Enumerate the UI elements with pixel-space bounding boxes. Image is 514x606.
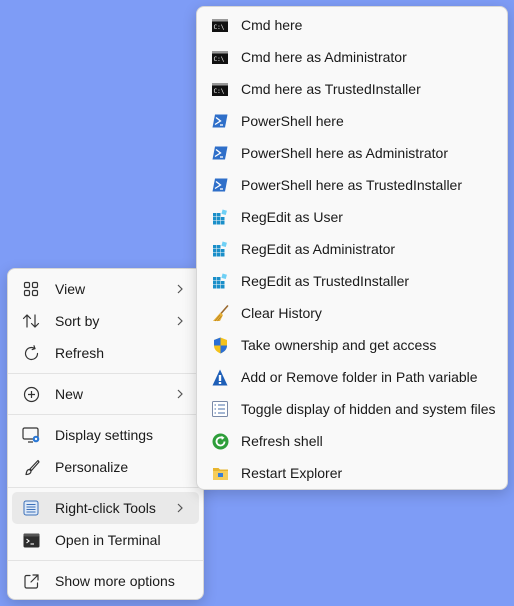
brush-icon <box>22 458 40 476</box>
explorer-icon <box>211 464 229 482</box>
submenu-item-label: Restart Explorer <box>241 465 343 481</box>
cmd-icon: C:\ <box>211 16 229 34</box>
submenu-item-label: PowerShell here as TrustedInstaller <box>241 177 462 193</box>
submenu-item-cmd-here[interactable]: C:\ Cmd here <box>201 9 503 41</box>
submenu-item-regedit-trustedinstaller[interactable]: RegEdit as TrustedInstaller <box>201 265 503 297</box>
menu-item-label: Open in Terminal <box>55 532 161 548</box>
menu-item-label: Personalize <box>55 459 129 475</box>
refresh-shell-icon <box>211 432 229 450</box>
regedit-icon <box>211 272 229 290</box>
refresh-icon <box>22 344 40 362</box>
submenu-item-take-ownership[interactable]: Take ownership and get access <box>201 329 503 361</box>
submenu-item-label: Add or Remove folder in Path variable <box>241 369 478 385</box>
submenu-item-label: Cmd here as Administrator <box>241 49 407 65</box>
menu-item-show-more-options[interactable]: Show more options <box>12 565 199 597</box>
submenu-item-regedit-admin[interactable]: RegEdit as Administrator <box>201 233 503 265</box>
separator <box>8 373 203 374</box>
cmd-icon: C:\ <box>211 48 229 66</box>
menu-item-label: Sort by <box>55 313 100 329</box>
menu-item-right-click-tools[interactable]: Right-click Tools <box>12 492 199 524</box>
submenu-item-path-variable[interactable]: Add or Remove folder in Path variable <box>201 361 503 393</box>
sort-arrows-icon <box>22 312 40 330</box>
separator <box>8 414 203 415</box>
powershell-icon <box>211 176 229 194</box>
display-icon <box>22 426 40 444</box>
submenu-item-restart-explorer[interactable]: Restart Explorer <box>201 457 503 489</box>
menu-item-open-in-terminal[interactable]: Open in Terminal <box>12 524 199 556</box>
path-triangle-icon <box>211 368 229 386</box>
submenu-item-refresh-shell[interactable]: Refresh shell <box>201 425 503 457</box>
chevron-right-icon <box>173 387 187 401</box>
submenu-item-regedit-user[interactable]: RegEdit as User <box>201 201 503 233</box>
chevron-right-icon <box>173 314 187 328</box>
share-box-icon <box>22 572 40 590</box>
desktop-context-menu: View Sort by Refresh New Display setting… <box>7 268 204 600</box>
submenu-item-label: Refresh shell <box>241 433 323 449</box>
powershell-icon <box>211 144 229 162</box>
separator <box>8 487 203 488</box>
chevron-right-icon <box>173 282 187 296</box>
submenu-item-label: Clear History <box>241 305 322 321</box>
submenu-item-label: RegEdit as TrustedInstaller <box>241 273 410 289</box>
submenu-item-cmd-trustedinstaller[interactable]: C:\ Cmd here as TrustedInstaller <box>201 73 503 105</box>
submenu-item-powershell-here[interactable]: PowerShell here <box>201 105 503 137</box>
menu-item-refresh[interactable]: Refresh <box>12 337 199 369</box>
menu-item-label: Refresh <box>55 345 105 361</box>
plus-circle-icon <box>22 385 40 403</box>
separator <box>8 560 203 561</box>
submenu-item-cmd-admin[interactable]: C:\ Cmd here as Administrator <box>201 41 503 73</box>
regedit-icon <box>211 240 229 258</box>
svg-text:C:\: C:\ <box>214 24 225 31</box>
broom-icon <box>211 304 229 322</box>
right-click-tools-submenu: C:\ Cmd here C:\ Cmd here as Administrat… <box>196 6 508 490</box>
chevron-right-icon <box>173 501 187 515</box>
menu-item-label: View <box>55 281 86 297</box>
view-grid-icon <box>22 280 40 298</box>
menu-item-sort-by[interactable]: Sort by <box>12 305 199 337</box>
submenu-item-label: PowerShell here as Administrator <box>241 145 448 161</box>
menu-item-view[interactable]: View <box>12 273 199 305</box>
menu-item-label: New <box>55 386 84 402</box>
menu-item-label: Right-click Tools <box>55 500 156 516</box>
terminal-icon <box>22 531 40 549</box>
menu-item-label: Display settings <box>55 427 154 443</box>
svg-text:C:\: C:\ <box>214 88 225 95</box>
submenu-item-label: Cmd here <box>241 17 303 33</box>
svg-text:C:\: C:\ <box>214 56 225 63</box>
submenu-item-label: Take ownership and get access <box>241 337 437 353</box>
tools-list-icon <box>22 499 40 517</box>
submenu-item-powershell-admin[interactable]: PowerShell here as Administrator <box>201 137 503 169</box>
regedit-icon <box>211 208 229 226</box>
cmd-icon: C:\ <box>211 80 229 98</box>
powershell-icon <box>211 112 229 130</box>
submenu-item-label: RegEdit as User <box>241 209 343 225</box>
submenu-item-clear-history[interactable]: Clear History <box>201 297 503 329</box>
menu-item-display-settings[interactable]: Display settings <box>12 419 199 451</box>
submenu-item-label: Cmd here as TrustedInstaller <box>241 81 421 97</box>
submenu-item-label: Toggle display of hidden and system file… <box>241 401 496 417</box>
menu-item-label: Show more options <box>55 573 175 589</box>
submenu-item-powershell-trustedinstaller[interactable]: PowerShell here as TrustedInstaller <box>201 169 503 201</box>
submenu-item-toggle-hidden-files[interactable]: Toggle display of hidden and system file… <box>201 393 503 425</box>
uac-shield-icon <box>211 336 229 354</box>
checklist-icon <box>211 400 229 418</box>
menu-item-personalize[interactable]: Personalize <box>12 451 199 483</box>
submenu-item-label: PowerShell here <box>241 113 344 129</box>
submenu-item-label: RegEdit as Administrator <box>241 241 396 257</box>
menu-item-new[interactable]: New <box>12 378 199 410</box>
